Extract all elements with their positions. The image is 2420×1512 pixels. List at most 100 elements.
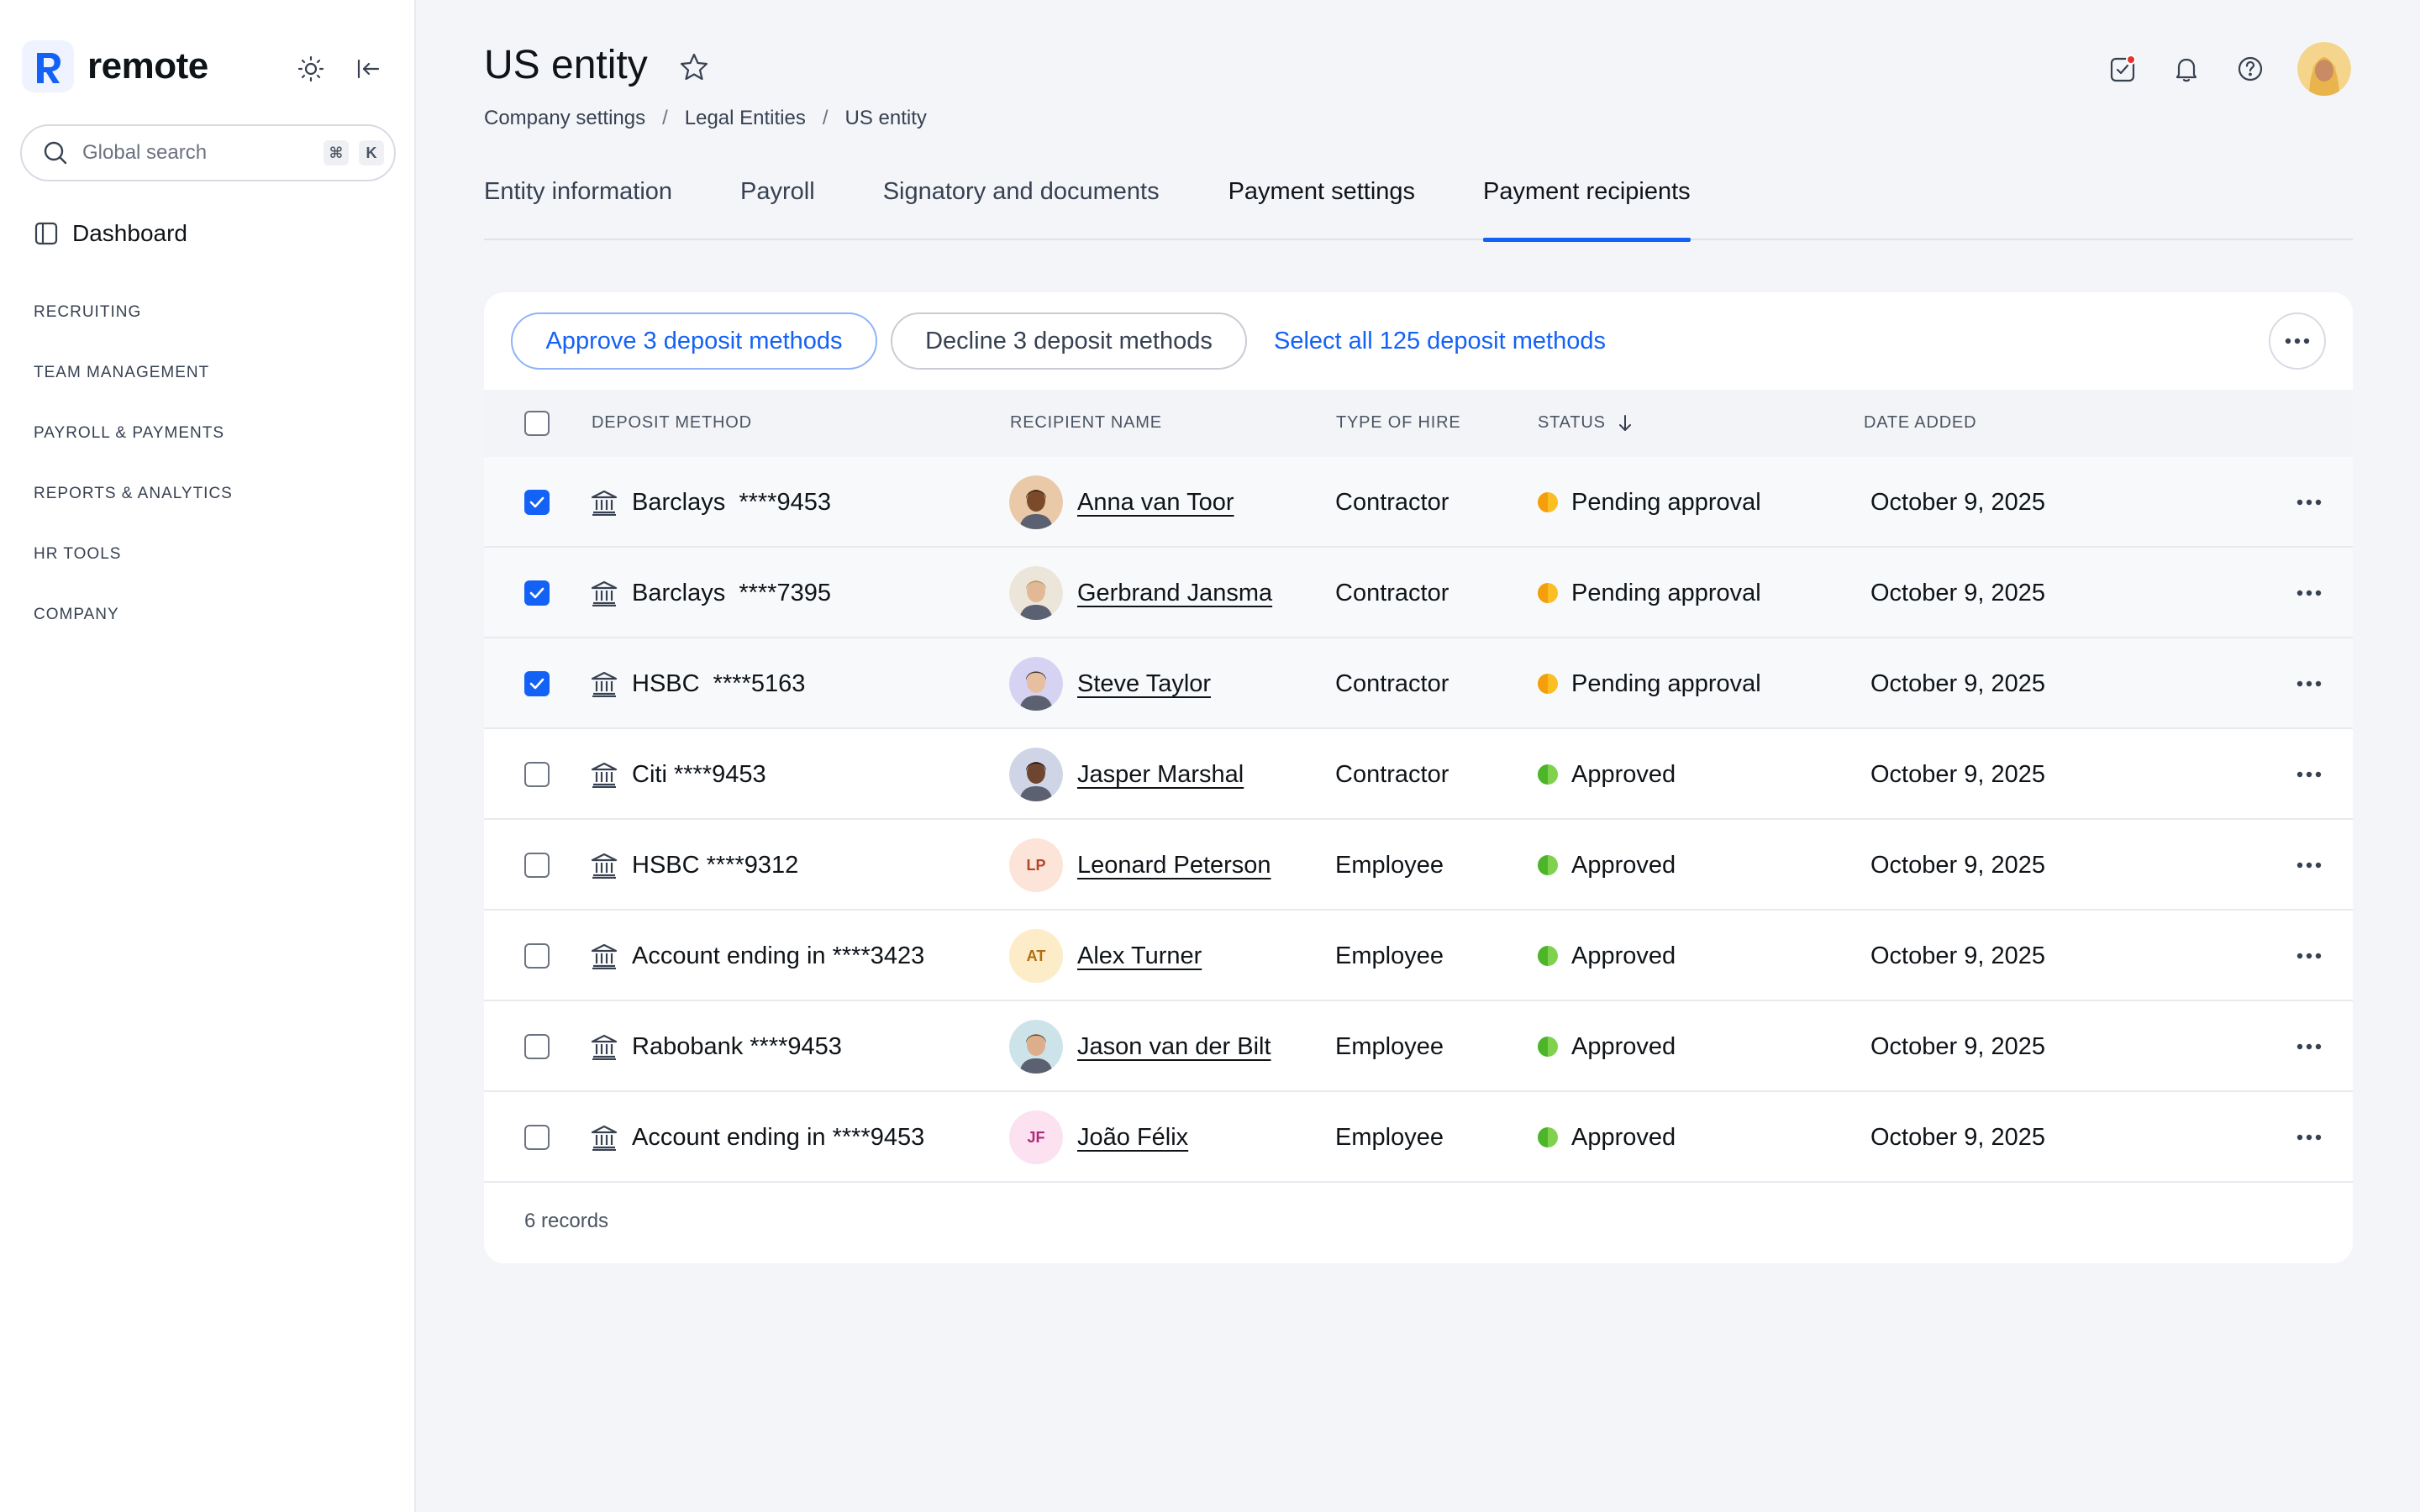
type-of-hire: Contractor	[1335, 670, 1449, 697]
recipient-name-link[interactable]: Jason van der Bilt	[1077, 1033, 1271, 1061]
row-checkbox[interactable]	[524, 853, 550, 878]
sidebar-section-company[interactable]: COMPANY	[34, 606, 119, 624]
favorite-star-icon[interactable]	[679, 52, 709, 87]
collapse-sidebar-icon[interactable]	[350, 50, 387, 87]
deposit-method: Account ending in ****9453	[632, 1124, 925, 1151]
help-icon[interactable]	[2232, 50, 2269, 87]
theme-toggle-sun-icon[interactable]	[292, 50, 329, 87]
status-dot-icon	[1538, 946, 1558, 966]
status-label: Pending approval	[1571, 489, 1761, 516]
type-of-hire: Contractor	[1335, 761, 1449, 788]
date-added: October 9, 2025	[1870, 761, 2045, 788]
sidebar-section-payroll-payments[interactable]: PAYROLL & PAYMENTS	[34, 424, 224, 443]
recipient-avatar-photo	[1009, 1020, 1063, 1074]
tab-signatory-documents[interactable]: Signatory and documents	[883, 178, 1160, 240]
date-added: October 9, 2025	[1870, 489, 2045, 516]
bank-icon	[590, 761, 618, 792]
brand[interactable]: remote	[22, 40, 208, 92]
tab-bar: Entity information Payroll Signatory and…	[484, 178, 2353, 242]
column-recipient-name[interactable]: RECIPIENT NAME	[1010, 413, 1162, 433]
deposit-method: Citi ****9453	[632, 761, 766, 788]
sidebar-section-recruiting[interactable]: RECRUITING	[34, 303, 141, 322]
search-icon	[44, 141, 67, 165]
type-of-hire: Employee	[1335, 942, 1444, 969]
table-row[interactable]: HSBC ****9312 LP Leonard Peterson Employee A…	[484, 820, 2353, 911]
recipient-name-link[interactable]: Alex Turner	[1077, 942, 1202, 970]
decline-deposit-methods-button[interactable]: Decline 3 deposit methods	[891, 312, 1247, 370]
status-dot-icon	[1538, 1037, 1558, 1057]
type-of-hire: Employee	[1335, 1124, 1444, 1151]
recipient-name-link[interactable]: Jasper Marshal	[1077, 761, 1244, 789]
status-dot-icon	[1538, 764, 1558, 785]
tab-payment-settings[interactable]: Payment settings	[1228, 178, 1415, 240]
bulk-action-bar: Approve 3 deposit methods Decline 3 depo…	[484, 292, 2353, 390]
row-more-actions-icon[interactable]	[2291, 487, 2328, 517]
row-more-actions-icon[interactable]	[2291, 669, 2328, 699]
table-row[interactable]: Barclays ****7395 Gerbrand Jansma Contract…	[484, 548, 2353, 638]
page-title: US entity	[484, 43, 648, 87]
select-all-deposit-methods-link[interactable]: Select all 125 deposit methods	[1274, 328, 1606, 355]
table-header: DEPOSIT METHOD RECIPIENT NAME TYPE OF HI…	[484, 390, 2353, 457]
breadcrumb-separator: /	[662, 107, 668, 129]
type-of-hire: Contractor	[1335, 489, 1449, 516]
table-row[interactable]: Rabobank ****9453 Jason van der Bilt Emplo…	[484, 1001, 2353, 1092]
recipient-avatar-photo	[1009, 657, 1063, 711]
deposit-method: Rabobank ****9453	[632, 1033, 842, 1060]
tab-payroll[interactable]: Payroll	[740, 178, 815, 240]
row-more-actions-icon[interactable]	[2291, 1122, 2328, 1152]
table-row[interactable]: Account ending in ****9453 JF João Félix Em…	[484, 1092, 2353, 1183]
recipient-avatar-photo	[1009, 748, 1063, 801]
bank-icon	[590, 942, 618, 974]
recipient-name-link[interactable]: Leonard Peterson	[1077, 852, 1271, 879]
search-placeholder: Global search	[82, 141, 208, 164]
column-status-label: STATUS	[1538, 413, 1606, 432]
table-row[interactable]: Citi ****9453 Jasper Marshal Contractor App…	[484, 729, 2353, 820]
notifications-bell-icon[interactable]	[2168, 50, 2205, 87]
row-more-actions-icon[interactable]	[2291, 850, 2328, 880]
row-more-actions-icon[interactable]	[2291, 759, 2328, 790]
sidebar-section-reports-analytics[interactable]: REPORTS & ANALYTICS	[34, 485, 233, 503]
kbd-cmd: ⌘	[324, 140, 349, 165]
sidebar-item-dashboard[interactable]: Dashboard	[34, 220, 187, 247]
more-actions-button[interactable]	[2269, 312, 2326, 370]
column-type-of-hire[interactable]: TYPE OF HIRE	[1336, 413, 1461, 433]
breadcrumb-company-settings[interactable]: Company settings	[484, 107, 645, 130]
column-date-added[interactable]: DATE ADDED	[1864, 413, 1976, 433]
approve-deposit-methods-button[interactable]: Approve 3 deposit methods	[511, 312, 877, 370]
row-checkbox[interactable]	[524, 580, 550, 606]
bank-icon	[590, 1124, 618, 1155]
tab-payment-recipients[interactable]: Payment recipients	[1483, 178, 1691, 242]
row-checkbox[interactable]	[524, 1125, 550, 1150]
row-checkbox[interactable]	[524, 943, 550, 969]
row-checkbox[interactable]	[524, 671, 550, 696]
row-more-actions-icon[interactable]	[2291, 1032, 2328, 1062]
table-row[interactable]: Account ending in ****3423 AT Alex Turner E…	[484, 911, 2353, 1001]
sort-descending-icon	[1618, 414, 1631, 431]
sidebar-section-team-management[interactable]: TEAM MANAGEMENT	[34, 364, 209, 382]
row-checkbox[interactable]	[524, 1034, 550, 1059]
recipient-name-link[interactable]: Gerbrand Jansma	[1077, 580, 1272, 607]
tab-entity-information[interactable]: Entity information	[484, 178, 672, 240]
bank-icon	[590, 852, 618, 883]
global-search-input[interactable]: Global search ⌘ K	[20, 124, 396, 181]
records-count: 6 records	[524, 1210, 609, 1232]
column-status[interactable]: STATUS	[1538, 413, 1633, 433]
status-label: Pending approval	[1571, 670, 1761, 697]
table-row[interactable]: Barclays ****9453 Anna van Toor Contractor…	[484, 457, 2353, 548]
row-checkbox[interactable]	[524, 490, 550, 515]
row-checkbox[interactable]	[524, 762, 550, 787]
recipient-name-link[interactable]: Anna van Toor	[1077, 489, 1234, 517]
select-all-checkbox[interactable]	[524, 411, 550, 436]
column-deposit-method[interactable]: DEPOSIT METHOD	[592, 413, 752, 433]
breadcrumb-legal-entities[interactable]: Legal Entities	[685, 107, 806, 130]
recipient-name-link[interactable]: Steve Taylor	[1077, 670, 1211, 698]
sidebar-section-hr-tools[interactable]: HR TOOLS	[34, 545, 121, 564]
deposit-method: Barclays ****9453	[632, 489, 831, 516]
bank-icon	[590, 580, 618, 611]
recipient-name-link[interactable]: João Félix	[1077, 1124, 1188, 1152]
row-more-actions-icon[interactable]	[2291, 941, 2328, 971]
tasks-icon[interactable]	[2104, 50, 2141, 87]
user-avatar[interactable]	[2297, 42, 2351, 96]
table-row[interactable]: HSBC ****5163 Steve Taylor Contractor Pendi…	[484, 638, 2353, 729]
row-more-actions-icon[interactable]	[2291, 578, 2328, 608]
